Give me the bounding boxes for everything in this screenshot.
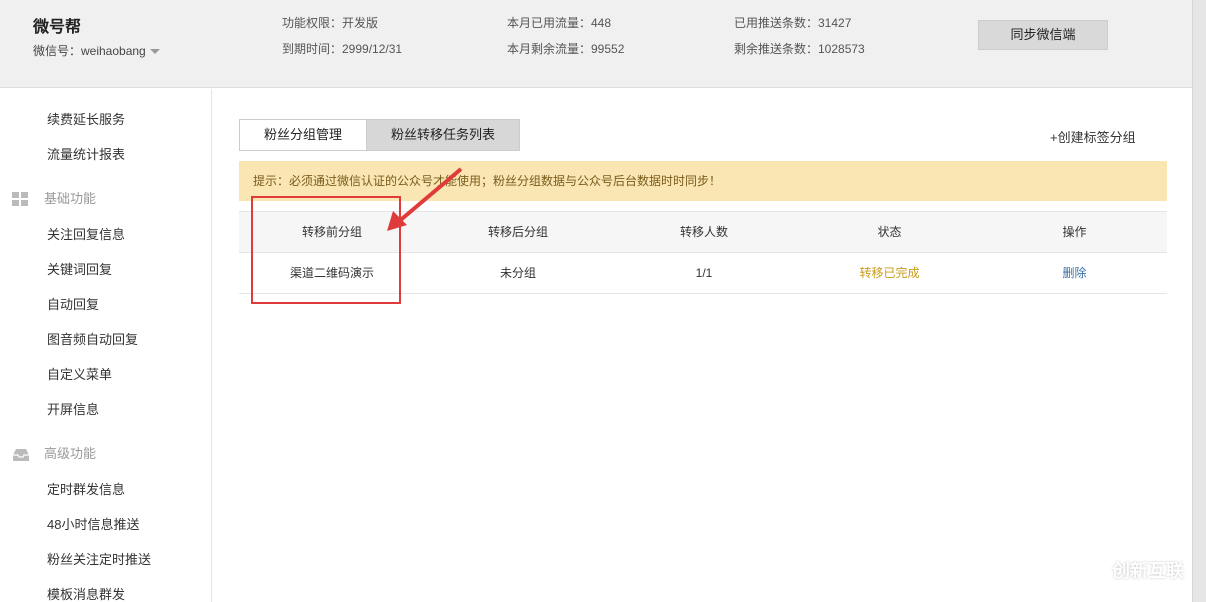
sidebar-item-scheduled-mass[interactable]: 定时群发信息 (47, 479, 125, 498)
sidebar-item-media-reply[interactable]: 图音频自动回复 (47, 329, 138, 348)
sidebar-group-advanced-label: 高级功能 (44, 446, 97, 461)
sidebar-item-template-mass[interactable]: 模板消息群发 (47, 584, 125, 602)
tab-bar: 粉丝分组管理 粉丝转移任务列表 (239, 119, 521, 151)
account-id-dropdown[interactable]: 微信号：weihaobang (33, 42, 160, 59)
sidebar-item-flow-report[interactable]: 流量统计报表 (47, 144, 125, 163)
used-push-text: 已用推送条数：31427 (734, 16, 852, 30)
notice-banner: 提示：必须通过微信认证的公众号才能使用；粉丝分组数据与公众号后台数据时时同步！ (239, 161, 1167, 201)
sync-wechat-button[interactable]: 同步微信端 (978, 20, 1108, 50)
remain-push-text: 剩余推送条数：1028573 (734, 42, 865, 56)
tab-fan-group-manage[interactable]: 粉丝分组管理 (240, 120, 367, 150)
account-id-label: 微信号：weihaobang (33, 44, 146, 58)
sidebar-group-basic: 基础功能 (12, 188, 96, 208)
annotation-arrow-icon (387, 167, 463, 231)
sidebar-item-renew[interactable]: 续费延长服务 (47, 109, 125, 128)
sidebar-group-basic-label: 基础功能 (44, 191, 97, 206)
watermark-logo: 创新互联 (1072, 553, 1184, 587)
remain-flow-text: 本月剩余流量：99552 (507, 42, 625, 56)
create-tag-group-link[interactable]: +创建标签分组 (1050, 127, 1136, 146)
watermark-text: 创新互联 (1112, 561, 1184, 581)
sidebar-item-follow-scheduled-push[interactable]: 粉丝关注定时推送 (47, 549, 151, 568)
inbox-icon (13, 448, 29, 461)
sidebar-item-custom-menu[interactable]: 自定义菜单 (47, 364, 112, 383)
header-status: 状态 (877, 225, 902, 239)
cell-to-group: 未分组 (499, 266, 536, 280)
brand-logo-icon (1072, 553, 1106, 587)
sidebar-item-auto-reply[interactable]: 自动回复 (47, 294, 99, 313)
header-count: 转移人数 (679, 225, 728, 239)
header-action: 操作 (1062, 225, 1087, 239)
sidebar: 续费延长服务 流量统计报表 基础功能 关注回复信息 关键词回复 自动回复 图音频… (0, 89, 212, 602)
delete-link[interactable]: 删除 (982, 253, 1167, 293)
account-name: 微号帮 (33, 19, 82, 36)
sidebar-item-splash-info[interactable]: 开屏信息 (47, 399, 99, 418)
used-flow-text: 本月已用流量：448 (507, 16, 612, 30)
expire-text: 到期时间：2999/12/31 (282, 42, 403, 56)
status-badge: 转移已完成 (859, 266, 920, 280)
cell-count: 1/1 (695, 266, 713, 280)
grid-icon (12, 191, 28, 206)
permission-text: 功能权限：开发版 (282, 16, 379, 30)
chevron-down-icon (149, 49, 160, 55)
tab-fan-transfer-tasks[interactable]: 粉丝转移任务列表 (366, 120, 520, 150)
scrollbar[interactable] (1192, 0, 1206, 602)
annotation-highlight-box (251, 196, 401, 304)
sidebar-item-keyword-reply[interactable]: 关键词回复 (47, 259, 112, 278)
sidebar-item-48h-push[interactable]: 48小时信息推送 (47, 514, 139, 533)
sidebar-item-follow-reply[interactable]: 关注回复信息 (47, 224, 125, 243)
sidebar-group-advanced: 高级功能 (12, 443, 96, 463)
top-header: 微号帮 微信号：weihaobang 功能权限：开发版 到期时间：2999/12… (0, 0, 1192, 88)
